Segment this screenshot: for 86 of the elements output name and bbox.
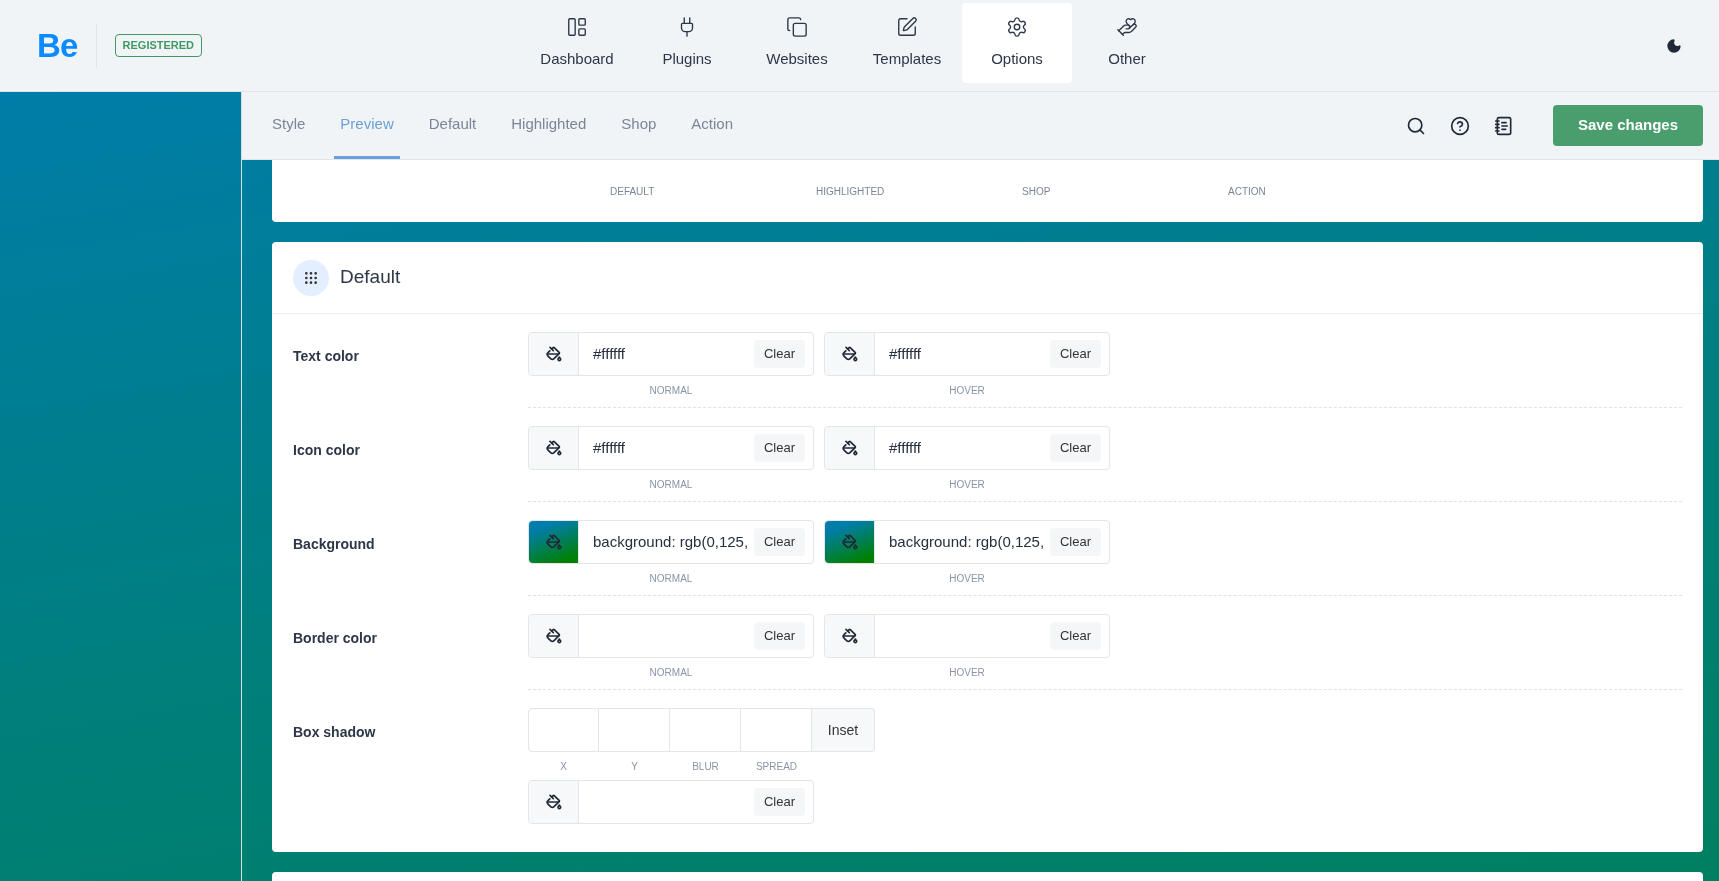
clear-button[interactable]: Clear: [753, 622, 805, 650]
color-value: #ffffff: [889, 343, 922, 364]
field-caption: Y: [631, 760, 638, 774]
nav-tab[interactable]: Plugins: [632, 3, 742, 83]
hand-icon: [1116, 15, 1138, 38]
field-caption: HOVER: [949, 572, 985, 586]
paint-bucket-icon: [841, 346, 858, 362]
paint-bucket-icon: [841, 534, 858, 550]
clear-button[interactable]: Clear: [753, 788, 805, 816]
row-label: Box shadow: [293, 723, 377, 742]
field-caption: SPREAD: [755, 760, 798, 774]
color-swatch[interactable]: [825, 615, 875, 657]
color-field[interactable]: background: rgb(0,125, Clear: [528, 520, 814, 564]
copy-icon: [786, 15, 808, 38]
edit-icon: [896, 15, 918, 38]
nav-tab[interactable]: Options: [962, 3, 1072, 83]
shadow-input[interactable]: [670, 708, 741, 752]
nav-tab[interactable]: Websites: [742, 3, 852, 83]
paint-bucket-icon: [545, 794, 562, 810]
field-caption: NORMAL: [649, 384, 693, 398]
row-label: Border color: [293, 629, 378, 648]
shadow-input[interactable]: [599, 708, 670, 752]
color-value: #ffffff: [889, 437, 922, 458]
color-field[interactable]: #ffffff Clear: [824, 426, 1110, 470]
color-field[interactable]: Clear: [528, 780, 814, 824]
color-field[interactable]: Clear: [528, 614, 814, 658]
grip-icon: [293, 259, 329, 296]
field-caption: X: [560, 760, 567, 774]
dashboard-icon: [566, 15, 588, 38]
row-label: Icon color: [293, 441, 361, 460]
shadow-input[interactable]: [528, 708, 599, 752]
section-title: Default: [340, 265, 401, 290]
nav-tab[interactable]: Templates: [852, 3, 962, 83]
color-swatch[interactable]: [529, 615, 579, 657]
color-value: background: rgb(0,125,: [593, 531, 750, 552]
clear-button[interactable]: Clear: [1049, 622, 1101, 650]
field-caption: HOVER: [949, 666, 985, 680]
nav-tab[interactable]: Other: [1072, 3, 1182, 83]
row-label: Background: [293, 535, 376, 554]
help-icon[interactable]: [1450, 115, 1470, 136]
color-swatch[interactable]: [825, 333, 875, 375]
field-caption: BLUR: [692, 760, 719, 774]
inset-button[interactable]: Inset: [812, 708, 875, 752]
field-caption: NORMAL: [649, 666, 693, 680]
color-swatch[interactable]: [529, 781, 579, 823]
search-icon[interactable]: [1406, 115, 1426, 136]
preview-label: ACTION: [1228, 184, 1267, 199]
color-value: #ffffff: [593, 437, 626, 458]
color-field[interactable]: #ffffff Clear: [528, 426, 814, 470]
color-swatch[interactable]: [825, 427, 875, 469]
field-caption: NORMAL: [649, 572, 693, 586]
color-swatch[interactable]: [529, 333, 579, 375]
color-value: background: rgb(0,125,: [889, 531, 1046, 552]
shadow-input[interactable]: [741, 708, 812, 752]
clear-button[interactable]: Clear: [1049, 528, 1101, 556]
moon-icon[interactable]: [1666, 37, 1682, 54]
preview-label: HIGHLIGHTED: [816, 184, 886, 199]
preview-label: SHOP: [1022, 184, 1052, 199]
clear-button[interactable]: Clear: [753, 434, 805, 462]
settings-icon: [1006, 15, 1028, 38]
color-swatch[interactable]: [529, 521, 579, 563]
registered-badge: REGISTERED: [114, 34, 203, 57]
color-value: #ffffff: [593, 343, 626, 364]
color-field[interactable]: background: rgb(0,125, Clear: [824, 520, 1110, 564]
notes-icon[interactable]: [1494, 115, 1514, 136]
color-field[interactable]: #ffffff Clear: [528, 332, 814, 376]
color-field[interactable]: #ffffff Clear: [824, 332, 1110, 376]
color-swatch[interactable]: [825, 521, 875, 563]
paint-bucket-icon: [841, 440, 858, 456]
field-caption: HOVER: [949, 478, 985, 492]
clear-button[interactable]: Clear: [753, 340, 805, 368]
row-label: Text color: [293, 347, 360, 366]
paint-bucket-icon: [545, 440, 562, 456]
clear-button[interactable]: Clear: [753, 528, 805, 556]
field-caption: NORMAL: [649, 478, 693, 492]
nav-tab[interactable]: Dashboard: [522, 3, 632, 83]
color-field[interactable]: Clear: [824, 614, 1110, 658]
preview-label: DEFAULT: [610, 184, 656, 199]
color-swatch[interactable]: [529, 427, 579, 469]
clear-button[interactable]: Clear: [1049, 340, 1101, 368]
paint-bucket-icon: [545, 534, 562, 550]
paint-bucket-icon: [841, 628, 858, 644]
clear-button[interactable]: Clear: [1049, 434, 1101, 462]
paint-bucket-icon: [545, 628, 562, 644]
paint-bucket-icon: [545, 346, 562, 362]
field-caption: HOVER: [949, 384, 985, 398]
